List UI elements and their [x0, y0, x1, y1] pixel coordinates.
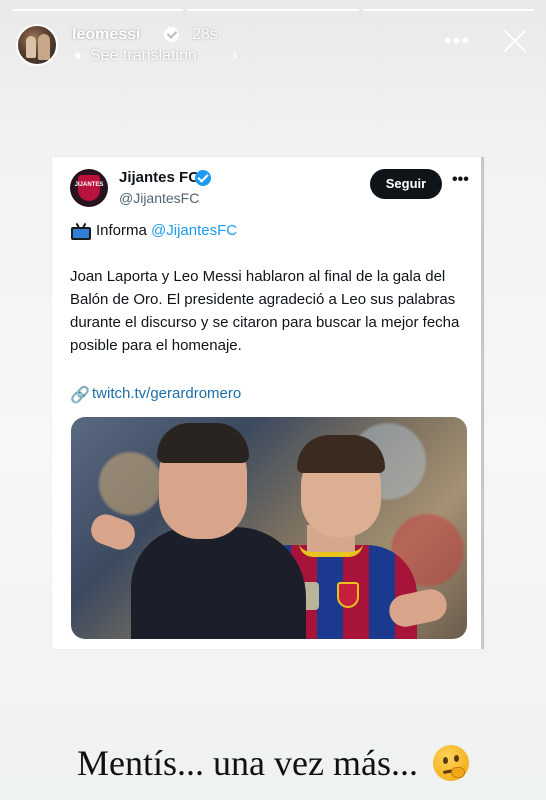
caption-text: Mentís... una vez más... — [77, 743, 418, 783]
avatar-figure — [38, 34, 50, 60]
progress-segment — [187, 9, 359, 11]
photo-president-hair — [157, 423, 249, 463]
tweet-author-name[interactable]: Jijantes FC — [119, 169, 199, 186]
tweet-avatar[interactable]: JIJANTES — [70, 169, 108, 207]
informa-line: Informa @JijantesFC — [96, 222, 237, 239]
photo-player-hair — [297, 435, 385, 473]
embedded-tweet-card[interactable]: JIJANTES Jijantes FC @JijantesFC Seguir … — [52, 157, 484, 649]
photo-suit — [131, 527, 306, 639]
thinking-face-icon — [432, 745, 469, 781]
link-icon: 🔗 — [70, 387, 90, 404]
tweet-photo[interactable] — [71, 417, 467, 639]
story-header: leomessi 28s ✦ See translation › ••• — [14, 20, 534, 70]
tweet-author-handle[interactable]: @JijantesFC — [119, 190, 199, 206]
verified-badge-icon — [164, 27, 179, 42]
avatar-logo-text: JIJANTES — [74, 182, 104, 188]
informa-label: Informa — [96, 222, 147, 239]
informa-mention-link[interactable]: @JijantesFC — [151, 222, 237, 239]
progress-segment — [362, 9, 534, 11]
television-icon — [71, 222, 91, 240]
story-caption: Mentís... una vez más... — [0, 742, 546, 784]
sparkle-icon: ✦ — [72, 48, 84, 64]
more-options-icon[interactable]: ••• — [444, 28, 470, 54]
shield-logo-icon — [78, 175, 100, 201]
photo-collar — [299, 543, 363, 557]
avatar[interactable] — [16, 24, 58, 66]
progress-segment — [12, 9, 184, 11]
close-icon[interactable] — [500, 26, 530, 56]
story-username[interactable]: leomessi — [72, 26, 140, 44]
photo-club-crest — [337, 582, 359, 608]
see-translation-link[interactable]: See translation — [90, 47, 197, 65]
chevron-right-icon[interactable]: › — [232, 45, 238, 65]
tweet-external-link[interactable]: twitch.tv/gerardromero — [92, 385, 241, 402]
follow-button[interactable]: Seguir — [370, 169, 442, 199]
avatar-figure — [26, 36, 36, 58]
tweet-more-icon[interactable]: ••• — [452, 171, 469, 189]
story-time: 28s — [192, 26, 218, 43]
tweet-body-text: Joan Laporta y Leo Messi hablaron al fin… — [70, 268, 460, 354]
story-progress-bar — [12, 9, 534, 11]
verified-check-icon — [195, 170, 211, 186]
